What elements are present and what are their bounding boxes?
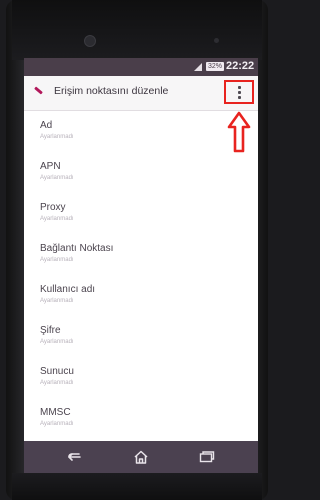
action-bar: Erişim noktasını düzenle	[24, 76, 258, 111]
list-item-mmsc[interactable]: MMSC Ayarlanmadı	[24, 397, 258, 438]
pencil-icon	[34, 86, 43, 95]
apn-settings-list: Ad Ayarlanmadı APN Ayarlanmadı Proxy Aya…	[24, 110, 258, 438]
field-label: MMSC	[40, 407, 71, 418]
field-value: Ayarlanmadı	[40, 339, 74, 345]
list-item-port[interactable]: Bağlantı Noktası Ayarlanmadı	[24, 233, 258, 274]
field-value: Ayarlanmadı	[40, 421, 74, 427]
list-item-password[interactable]: Şifre Ayarlanmadı	[24, 315, 258, 356]
field-value: Ayarlanmadı	[40, 298, 74, 304]
field-label: Bağlantı Noktası	[40, 243, 114, 254]
overflow-menu-dot	[237, 90, 241, 94]
front-camera	[84, 35, 96, 47]
navigation-bar	[24, 441, 258, 473]
screen: 32% 22:22 Erişim noktasını düzenle Ad Ay…	[24, 58, 258, 473]
home-icon	[134, 450, 148, 464]
overflow-menu-icon	[237, 85, 241, 89]
list-item-apn[interactable]: APN Ayarlanmadı	[24, 151, 258, 192]
field-label: Kullanıcı adı	[40, 284, 96, 295]
field-value: Ayarlanmadı	[40, 175, 74, 181]
back-icon	[68, 453, 81, 461]
recent-apps-icon	[199, 451, 215, 463]
overflow-menu-button[interactable]	[224, 80, 254, 104]
page-title: Erişim noktasını düzenle	[54, 85, 169, 97]
field-value: Ayarlanmadı	[40, 216, 74, 222]
field-label: Ad	[40, 120, 53, 131]
list-item-username[interactable]: Kullanıcı adı Ayarlanmadı	[24, 274, 258, 315]
field-label: Şifre	[40, 325, 61, 336]
list-item-name[interactable]: Ad Ayarlanmadı	[24, 110, 258, 151]
field-label: APN	[40, 161, 61, 172]
field-label: Sunucu	[40, 366, 74, 377]
recent-apps-button[interactable]	[192, 447, 222, 467]
phone-top-bezel	[12, 0, 262, 60]
list-item-proxy[interactable]: Proxy Ayarlanmadı	[24, 192, 258, 233]
field-value: Ayarlanmadı	[40, 380, 74, 386]
field-value: Ayarlanmadı	[40, 134, 74, 140]
home-button[interactable]	[126, 447, 156, 467]
status-time: 22:22	[226, 60, 255, 72]
phone-bottom-bezel	[12, 473, 262, 500]
battery-indicator: 32%	[206, 62, 225, 71]
proximity-sensor	[214, 38, 219, 43]
status-bar: 32% 22:22	[24, 58, 258, 76]
field-value: Ayarlanmadı	[40, 257, 74, 263]
overflow-menu-dot	[237, 95, 241, 99]
signal-icon	[194, 63, 202, 71]
field-label: Proxy	[40, 202, 66, 213]
list-item-server[interactable]: Sunucu Ayarlanmadı	[24, 356, 258, 397]
back-button[interactable]	[58, 447, 88, 467]
